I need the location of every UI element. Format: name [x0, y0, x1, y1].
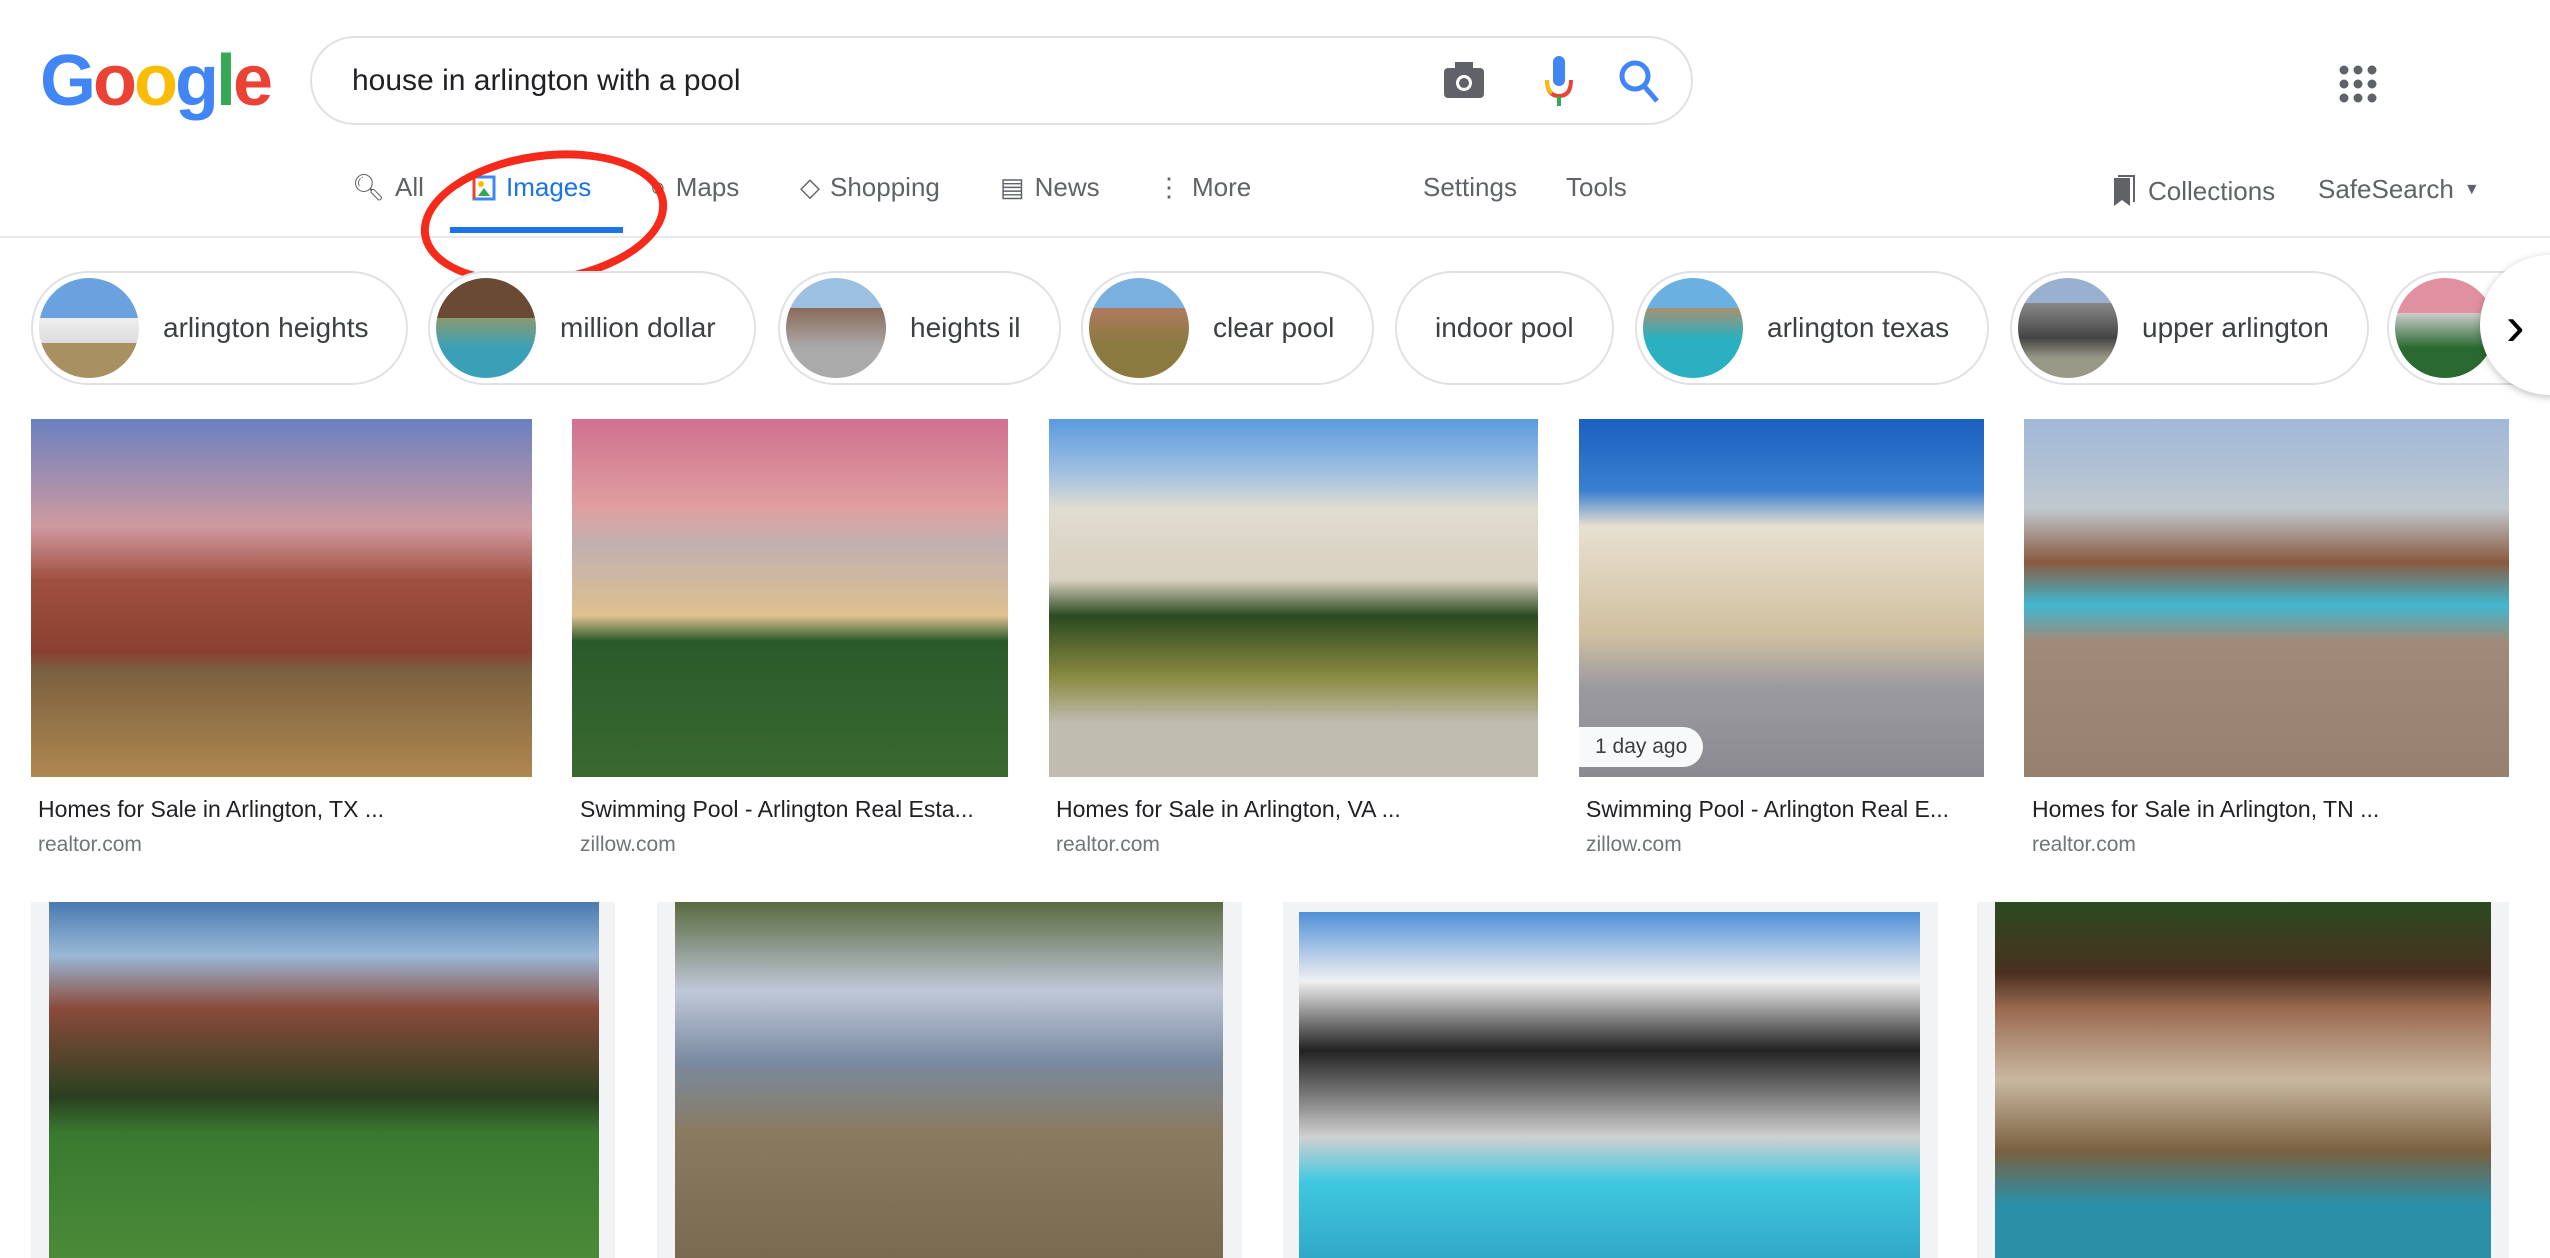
header-divider — [0, 236, 2550, 238]
result-title[interactable]: Homes for Sale in Arlington, VA ... — [1056, 796, 1401, 823]
chip-thumbnail — [39, 278, 139, 378]
result-source[interactable]: zillow.com — [1586, 833, 1682, 857]
chip-indoor-pool[interactable]: indoor pool — [1395, 271, 1614, 385]
result-image — [1299, 912, 1920, 1258]
tab-all[interactable]: 🔍︎ All — [352, 172, 424, 203]
result-title[interactable]: Homes for Sale in Arlington, TN ... — [2032, 796, 2379, 823]
search-icon: 🔍︎ — [352, 172, 386, 202]
chip-arlington-heights[interactable]: arlington heights — [31, 271, 409, 385]
tab-more[interactable]: ⋮ More — [1156, 172, 1251, 203]
chip-thumbnail — [1089, 278, 1189, 378]
collections-link[interactable]: Collections — [2112, 174, 2275, 208]
age-badge: 1 day ago — [1579, 727, 1704, 767]
result-title[interactable]: Swimming Pool - Arlington Real Esta... — [580, 796, 974, 823]
chip-thumbnail — [2018, 278, 2118, 378]
chevron-right-icon: › — [2506, 293, 2525, 357]
chip-thumbnail — [1643, 278, 1743, 378]
chip-thumbnail — [786, 278, 886, 378]
result-image-frame[interactable] — [31, 902, 615, 1258]
tab-news[interactable]: ▤ News — [1000, 172, 1100, 203]
tag-icon: ◇ — [800, 172, 820, 202]
result-image[interactable] — [2024, 419, 2509, 777]
chip-heights-il[interactable]: heights il — [778, 271, 1061, 385]
chip-upper-arlington[interactable]: upper arlington — [2010, 271, 2369, 385]
result-image-frame[interactable] — [657, 902, 1242, 1258]
result-source[interactable]: realtor.com — [2032, 833, 2136, 857]
google-logo[interactable]: Google — [40, 40, 273, 122]
camera-icon[interactable] — [1442, 60, 1486, 100]
bookmark-icon — [2114, 175, 2135, 206]
dropdown-arrow-icon: ▼ — [2463, 180, 2480, 198]
result-title[interactable]: Swimming Pool - Arlington Real E... — [1586, 796, 1949, 823]
result-title[interactable]: Homes for Sale in Arlington, TX ... — [38, 796, 384, 823]
result-image[interactable] — [1049, 419, 1538, 777]
tab-shopping[interactable]: ◇ Shopping — [800, 172, 940, 203]
search-box — [310, 36, 1693, 125]
result-source[interactable]: realtor.com — [38, 833, 142, 857]
apps-grid-icon[interactable] — [2338, 64, 2378, 104]
result-image-frame[interactable] — [1977, 902, 2509, 1258]
result-image-frame[interactable] — [1283, 902, 1938, 1258]
chip-million-dollar[interactable]: million dollar — [428, 271, 756, 385]
search-icon[interactable] — [1617, 58, 1661, 106]
chip-clear-pool[interactable]: clear pool — [1081, 271, 1375, 385]
result-source[interactable]: zillow.com — [580, 833, 676, 857]
tools-link[interactable]: Tools — [1566, 172, 1627, 203]
search-input[interactable] — [352, 56, 1352, 106]
result-image — [1995, 902, 2491, 1258]
chip-thumbnail — [436, 278, 536, 378]
result-image — [675, 902, 1223, 1258]
safesearch-menu[interactable]: SafeSearch ▼ — [2318, 174, 2480, 205]
more-vert-icon: ⋮ — [1156, 172, 1182, 202]
chip-arlington-texas[interactable]: arlington texas — [1635, 271, 1990, 385]
result-source[interactable]: realtor.com — [1056, 833, 1160, 857]
result-image[interactable] — [31, 419, 532, 777]
settings-link[interactable]: Settings — [1423, 172, 1517, 203]
mic-icon[interactable] — [1544, 54, 1574, 110]
result-image[interactable]: 1 day ago — [1579, 419, 1984, 777]
news-icon: ▤ — [1000, 172, 1025, 202]
result-image — [49, 902, 599, 1258]
result-image[interactable] — [572, 419, 1008, 777]
